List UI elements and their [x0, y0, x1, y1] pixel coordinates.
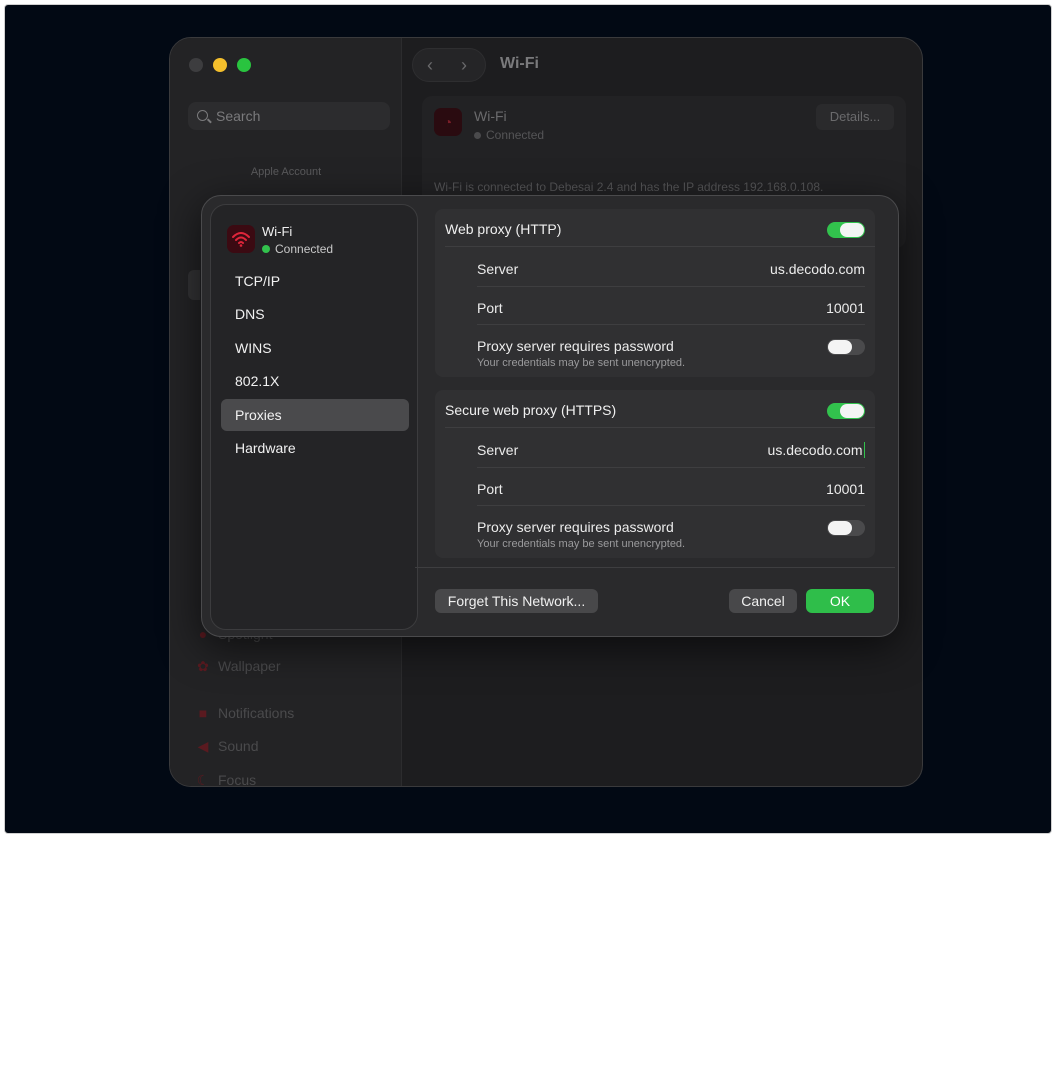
http-proxy-title: Web proxy (HTTP): [445, 221, 562, 237]
back-chevron-icon[interactable]: ‹: [427, 55, 433, 76]
close-window-button[interactable]: [189, 58, 203, 72]
text-cursor: [863, 442, 865, 458]
sidebar-selection-highlight: [188, 270, 200, 300]
http-port-field[interactable]: 10001: [826, 300, 865, 316]
nav-item-wins[interactable]: WINS: [221, 332, 409, 364]
flower-icon: ✿: [197, 658, 209, 674]
http-server-label: Server: [477, 261, 519, 277]
forward-chevron-icon[interactable]: ›: [461, 55, 467, 76]
http-proxy-toggle[interactable]: [827, 222, 865, 238]
minimize-window-button[interactable]: [213, 58, 227, 72]
sidebar-item-sound[interactable]: ◀ Sound: [196, 738, 259, 755]
http-proxy-section: Web proxy (HTTP) Server us.decodo.com Po…: [435, 209, 875, 377]
divider: [445, 427, 875, 428]
settings-search-input[interactable]: Search: [188, 102, 390, 130]
https-proxy-title: Secure web proxy (HTTPS): [445, 402, 617, 418]
details-button[interactable]: Details...: [816, 104, 894, 130]
http-password-toggle[interactable]: [827, 339, 865, 355]
divider: [477, 286, 865, 287]
page-title: Wi-Fi: [500, 55, 539, 72]
wifi-icon: ◔: [434, 108, 462, 136]
nav-item-hardware[interactable]: Hardware: [221, 432, 409, 464]
apple-account-label[interactable]: Apple Account: [170, 166, 402, 178]
nav-item-8021x[interactable]: 802.1X: [221, 365, 409, 397]
divider: [445, 246, 875, 247]
http-password-note: Your credentials may be sent unencrypted…: [477, 357, 686, 369]
https-server-label: Server: [477, 442, 519, 458]
nav-item-dns[interactable]: DNS: [221, 298, 409, 330]
nav-item-tcpip[interactable]: TCP/IP: [221, 265, 409, 297]
divider: [477, 467, 865, 468]
status-dot: [474, 132, 481, 139]
history-nav: ‹ ›: [412, 48, 486, 82]
sidebar-item-notifications[interactable]: ■ Notifications: [196, 705, 295, 721]
https-proxy-toggle[interactable]: [827, 403, 865, 419]
https-port-field[interactable]: 10001: [826, 481, 865, 497]
https-password-note: Your credentials may be sent unencrypted…: [477, 538, 686, 550]
nav-item-proxies[interactable]: Proxies: [221, 399, 409, 431]
wifi-info-text: Wi-Fi is connected to Debesai 2.4 and ha…: [434, 180, 824, 194]
desktop: Search Apple Account ●Spotlight ✿Wallpap…: [4, 4, 1052, 834]
bell-icon: ■: [198, 705, 208, 721]
wifi-network-status: Connected: [474, 128, 544, 142]
sidebar-item-focus[interactable]: ☾ Focus: [196, 772, 256, 787]
sidebar-item-wallpaper[interactable]: ✿ Wallpaper: [196, 658, 280, 675]
https-port-label: Port: [477, 481, 503, 497]
wifi-network-name: Wi-Fi: [474, 108, 507, 124]
ok-button[interactable]: OK: [806, 589, 874, 613]
footer-divider: [415, 567, 895, 568]
search-icon: [197, 110, 208, 121]
https-password-toggle[interactable]: [827, 520, 865, 536]
network-name: Wi-Fi: [262, 224, 293, 239]
sheet-sidebar: Wi-Fi Connected TCP/IP DNS WINS 802.1X P…: [210, 204, 418, 630]
network-status: Connected: [262, 242, 333, 256]
http-password-label: Proxy server requires password: [477, 338, 674, 354]
divider: [477, 505, 865, 506]
https-proxy-section: Secure web proxy (HTTPS) Server us.decod…: [435, 390, 875, 558]
forget-network-button[interactable]: Forget This Network...: [435, 589, 598, 613]
wifi-icon: [227, 225, 255, 253]
speaker-icon: ◀: [197, 738, 209, 754]
http-server-field[interactable]: us.decodo.com: [770, 261, 865, 277]
zoom-window-button[interactable]: [237, 58, 251, 72]
connected-dot-icon: [262, 245, 270, 253]
divider: [477, 324, 865, 325]
https-server-field[interactable]: us.decodo.com: [768, 442, 865, 458]
cancel-button[interactable]: Cancel: [729, 589, 797, 613]
moon-icon: ☾: [196, 772, 210, 787]
https-password-label: Proxy server requires password: [477, 519, 674, 535]
http-port-label: Port: [477, 300, 503, 316]
search-placeholder: Search: [216, 108, 261, 124]
